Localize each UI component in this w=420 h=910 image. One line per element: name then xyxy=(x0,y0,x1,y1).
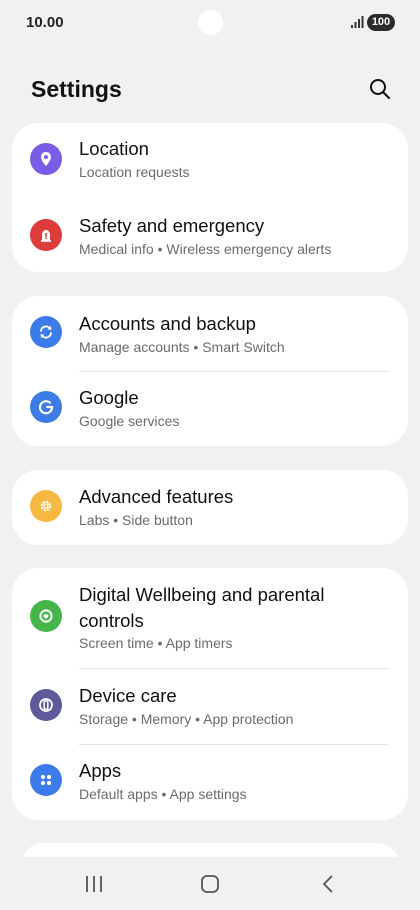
item-title-line-1: Digital Wellbeing and parental xyxy=(79,584,325,605)
settings-item-accounts-backup[interactable]: Accounts and backup Manage accounts • Sm… xyxy=(12,296,408,371)
location-pin-icon xyxy=(30,143,62,175)
item-title: Safety and emergency xyxy=(79,215,265,236)
settings-item-apps[interactable]: Apps Default apps • App settings xyxy=(12,745,408,820)
item-title: Advanced features xyxy=(79,486,234,507)
item-subtitle: Medical info • Wireless emergency alerts xyxy=(79,241,332,257)
item-subtitle: Default apps • App settings xyxy=(79,786,247,802)
status-time: 10.00 xyxy=(26,14,64,31)
battery-indicator: 100 xyxy=(367,14,395,31)
emergency-alert-icon xyxy=(30,219,62,251)
home-icon xyxy=(201,875,219,893)
item-title: Apps xyxy=(79,760,122,781)
camera-cutout xyxy=(198,10,223,35)
navigation-bar xyxy=(0,857,420,910)
item-title: Location xyxy=(79,138,149,159)
apps-grid-icon xyxy=(30,764,62,796)
home-button[interactable] xyxy=(198,873,222,895)
item-title: Google xyxy=(79,387,139,408)
settings-item-digital-wellbeing[interactable]: Digital Wellbeing and parental controls … xyxy=(12,568,408,668)
settings-card-accounts: Accounts and backup Manage accounts • Sm… xyxy=(12,296,408,446)
recents-icon xyxy=(86,876,102,892)
item-subtitle: Screen time • App timers xyxy=(79,635,233,651)
wellbeing-icon xyxy=(30,600,62,632)
settings-item-advanced-features[interactable]: Advanced features Labs • Side button xyxy=(12,470,408,545)
gear-plus-icon xyxy=(30,490,62,522)
search-icon xyxy=(370,79,391,100)
item-subtitle: Google services xyxy=(79,413,180,429)
item-subtitle: Manage accounts • Smart Switch xyxy=(79,339,285,355)
recents-button[interactable] xyxy=(82,873,106,895)
device-care-icon xyxy=(30,689,62,721)
page-title: Settings xyxy=(31,76,122,102)
status-bar: 10.00 100 xyxy=(0,0,420,46)
item-subtitle: Location requests xyxy=(79,164,190,180)
google-icon xyxy=(30,391,62,423)
settings-item-google[interactable]: Google Google services xyxy=(12,372,408,446)
search-button[interactable] xyxy=(366,75,394,103)
item-title: Device care xyxy=(79,685,177,706)
back-button[interactable] xyxy=(316,873,340,895)
item-title-line-2: controls xyxy=(79,610,144,631)
item-subtitle: Storage • Memory • App protection xyxy=(79,711,294,727)
settings-card-advanced: Advanced features Labs • Side button xyxy=(12,470,408,545)
signal-icon xyxy=(351,16,364,28)
settings-card-privacy: Location Location requests Safety and em… xyxy=(12,123,408,272)
back-icon xyxy=(323,875,333,893)
settings-item-safety-emergency[interactable]: Safety and emergency Medical info • Wire… xyxy=(12,200,408,272)
settings-item-device-care[interactable]: Device care Storage • Memory • App prote… xyxy=(12,669,408,744)
settings-card-device: Digital Wellbeing and parental controls … xyxy=(12,568,408,820)
item-title: Accounts and backup xyxy=(79,313,256,334)
settings-item-location[interactable]: Location Location requests xyxy=(12,123,408,196)
sync-icon xyxy=(30,316,62,348)
item-subtitle: Labs • Side button xyxy=(79,512,193,528)
